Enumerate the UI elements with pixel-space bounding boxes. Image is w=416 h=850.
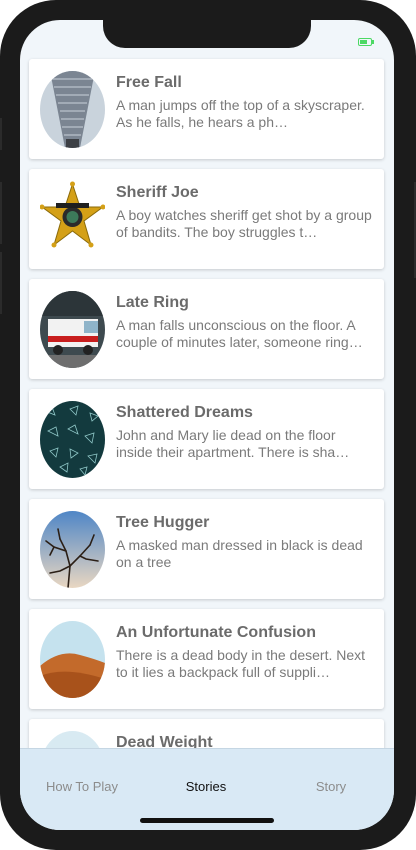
- phone-frame: Free Fall A man jumps off the top of a s…: [0, 0, 416, 850]
- battery-icon: [358, 38, 374, 46]
- volume-up-button: [0, 182, 2, 244]
- story-title: Shattered Dreams: [116, 404, 253, 421]
- story-title: Dead Weight: [116, 734, 213, 748]
- tab-story[interactable]: Story: [271, 779, 391, 794]
- story-card-an-unfortunate-confusion[interactable]: An Unfortunate Confusion There is a dead…: [29, 609, 384, 709]
- story-card-dead-weight[interactable]: Dead Weight: [29, 719, 384, 748]
- tab-how-to-play[interactable]: How To Play: [22, 779, 142, 794]
- story-description: A man falls unconscious on the floor. A …: [116, 317, 363, 350]
- story-title: An Unfortunate Confusion: [116, 624, 316, 641]
- story-description: A boy watches sheriff get shot by a grou…: [116, 207, 372, 240]
- mute-switch: [0, 118, 2, 150]
- story-title: Late Ring: [116, 294, 189, 311]
- ambulance-image: [40, 291, 105, 368]
- story-description: There is a dead body in the desert. Next…: [116, 647, 366, 680]
- home-indicator: [140, 818, 274, 823]
- story-card-free-fall[interactable]: Free Fall A man jumps off the top of a s…: [29, 59, 384, 159]
- screen: Free Fall A man jumps off the top of a s…: [20, 20, 394, 830]
- story-title: Tree Hugger: [116, 514, 210, 531]
- bare-tree-image: [40, 511, 105, 588]
- broken-glass-image: [40, 401, 105, 478]
- story-description: A man jumps off the top of a skyscraper.…: [116, 97, 365, 130]
- sheriff-badge-image: [40, 181, 105, 258]
- partial-image: [40, 731, 105, 748]
- volume-down-button: [0, 252, 2, 314]
- story-card-tree-hugger[interactable]: Tree Hugger A masked man dressed in blac…: [29, 499, 384, 599]
- tab-stories[interactable]: Stories: [146, 779, 266, 794]
- story-title: Free Fall: [116, 74, 182, 91]
- story-card-shattered-dreams[interactable]: Shattered Dreams John and Mary lie dead …: [29, 389, 384, 489]
- skyscraper-image: [40, 71, 105, 148]
- story-card-sheriff-joe[interactable]: Sheriff Joe A boy watches sheriff get sh…: [29, 169, 384, 269]
- story-description: John and Mary lie dead on the floor insi…: [116, 427, 350, 460]
- desert-dune-image: [40, 621, 105, 698]
- story-title: Sheriff Joe: [116, 184, 199, 201]
- notch: [103, 20, 311, 48]
- story-description: A masked man dressed in black is dead on…: [116, 537, 363, 570]
- story-card-late-ring[interactable]: Late Ring A man falls unconscious on the…: [29, 279, 384, 379]
- stories-list[interactable]: Free Fall A man jumps off the top of a s…: [20, 50, 394, 748]
